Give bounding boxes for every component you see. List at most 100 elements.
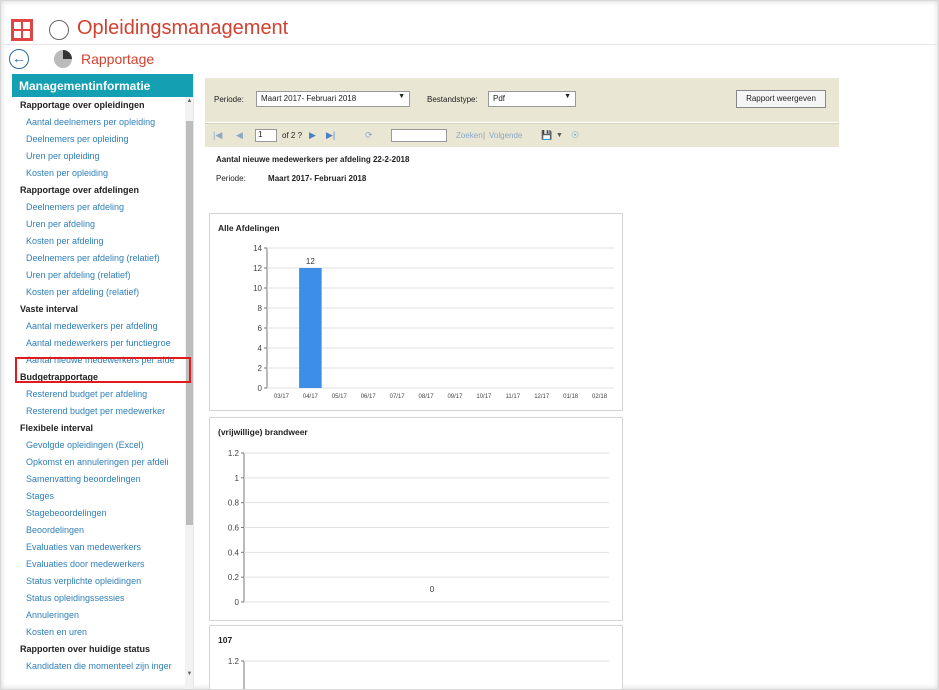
sidebar-section-heading: Rapporten over huidige status — [20, 644, 151, 654]
period-label: Periode: — [214, 95, 244, 104]
next-link[interactable]: Volgende — [489, 131, 522, 140]
filetype-select-value: Pdf — [493, 94, 506, 103]
page-title: Rapportage — [81, 51, 155, 67]
chart-brandweer: (vrijwillige) brandweer 0 0.2 0.4 0.6 0.8 1 1.… — [209, 417, 623, 621]
sidebar-link[interactable]: Uren per afdeling (relatief) — [12, 267, 185, 284]
sidebar-section-heading: Rapportage over afdelingen — [20, 185, 140, 195]
filetype-select[interactable]: Pdf ▼ — [488, 91, 576, 107]
data-label: 12 — [306, 257, 315, 266]
y-tick-label: 6 — [258, 324, 263, 333]
sidebar-link[interactable]: Stagebeoordelingen — [12, 505, 185, 522]
page-number-input[interactable]: 1 — [255, 129, 277, 142]
sidebar-link[interactable]: Beoordelingen — [12, 522, 185, 539]
sidebar-link[interactable]: Deelnemers per opleiding — [12, 131, 185, 148]
y-tick-label: 14 — [253, 244, 262, 253]
sidebar-link[interactable]: Aantal medewerkers per afdeling — [12, 318, 185, 335]
search-input[interactable] — [391, 129, 447, 142]
x-tick-label: 02/18 — [592, 394, 608, 400]
sidebar-link[interactable]: Kandidaten die momenteel zijn inger — [12, 658, 185, 675]
sidebar-link[interactable]: Deelnemers per afdeling (relatief) — [12, 250, 185, 267]
period-select[interactable]: Maart 2017- Februari 2018 ▼ — [256, 91, 410, 107]
y-tick-label: 0 — [258, 384, 263, 393]
sidebar-section-heading: Flexibele interval — [20, 423, 94, 433]
top-bar: Opleidingsmanagement — [1, 15, 938, 45]
sidebar-link[interactable]: Resterend budget per medewerker — [12, 403, 185, 420]
sidebar-link[interactable]: Status opleidingssessies — [12, 590, 185, 607]
sidebar-link[interactable]: Evaluaties van medewerkers — [12, 539, 185, 556]
x-tick-label: 11/17 — [506, 394, 521, 400]
export-save-icon[interactable]: 💾 — [541, 130, 552, 141]
sidebar-link[interactable]: Evaluaties door medewerkers — [12, 556, 185, 573]
sidebar-list: Rapportage over opleidingen Aantal deelne… — [12, 97, 185, 675]
x-tick-label: 01/18 — [563, 394, 579, 400]
x-tick-label: 09/17 — [447, 394, 463, 400]
x-tick-label: 07/17 — [390, 394, 406, 400]
y-tick-label: 0.8 — [228, 499, 240, 508]
last-page-icon[interactable]: ▶| — [326, 130, 335, 141]
export-dropdown-icon[interactable]: ▼ — [556, 132, 563, 139]
scroll-down-icon[interactable]: ▼ — [185, 670, 193, 679]
sidebar-link[interactable]: Aantal deelnemers per opleiding — [12, 114, 185, 131]
data-label: 0 — [430, 585, 435, 594]
report-toolbar: |◀ ◀ 1 of 2 ? ▶ ▶| ⟳ Zoeken | Volgende 💾… — [205, 123, 839, 147]
y-tick-label: 10 — [253, 284, 262, 293]
print-icon[interactable]: ☉ — [571, 130, 579, 141]
chart-canvas: 0 0.2 0.4 0.6 0.8 1 1.2 0 — [228, 449, 609, 607]
sidebar-link[interactable]: Opkomst en annuleringen per afdeli — [12, 454, 185, 471]
parameters-bar: Periode: Maart 2017- Februari 2018 ▼ Bes… — [205, 78, 839, 122]
bar — [299, 268, 322, 388]
prev-page-icon[interactable]: ◀ — [236, 130, 243, 141]
y-tick-label: 1.2 — [228, 449, 240, 458]
x-tick-label: 03/17 — [274, 394, 290, 400]
x-tick-label: 10/17 — [476, 394, 492, 400]
chart-canvas: 0 2 4 6 8 10 12 14 03/17 04/17 12 05/17 06/17 07/17 08… — [253, 244, 614, 400]
sidebar-link[interactable]: Gevolgde opleidingen (Excel) — [12, 437, 185, 454]
sidebar-link[interactable]: Uren per opleiding — [12, 148, 185, 165]
app-logo-icon — [49, 20, 69, 40]
sidebar-link[interactable]: Uren per afdeling — [12, 216, 185, 233]
run-report-button[interactable]: Rapport weergeven — [736, 90, 826, 108]
y-tick-label: 2 — [258, 364, 263, 373]
sidebar-link[interactable]: Resterend budget per afdeling — [12, 386, 185, 403]
sidebar-link[interactable]: Aantal medewerkers per functiegroe — [12, 335, 185, 352]
x-tick-label: 04/17 — [303, 394, 319, 400]
x-tick-label: 06/17 — [361, 394, 377, 400]
sidebar-section-heading: Vaste interval — [20, 304, 79, 314]
app-title: Opleidingsmanagement — [77, 17, 289, 39]
y-tick-label: 4 — [258, 344, 263, 353]
home-grid-icon[interactable] — [11, 19, 33, 41]
sidebar-link[interactable]: Kosten per opleiding — [12, 165, 185, 182]
x-tick-label: 05/17 — [332, 394, 348, 400]
refresh-icon[interactable]: ⟳ — [365, 130, 373, 141]
sidebar-header: Managementinformatie — [12, 74, 193, 97]
sidebar-link[interactable]: Deelnemers per afdeling — [12, 199, 185, 216]
back-arrow-icon[interactable]: ← — [9, 49, 29, 69]
filetype-label: Bestandstype: — [427, 95, 478, 104]
sidebar-scrollbar[interactable]: ▲ ▼ — [185, 97, 193, 689]
first-page-icon[interactable]: |◀ — [213, 130, 222, 141]
scroll-up-icon[interactable]: ▲ — [185, 97, 193, 106]
find-link[interactable]: Zoeken — [456, 131, 483, 140]
app-window: Opleidingsmanagement ← Rapportage Manage… — [0, 0, 939, 690]
highlight-annotation — [15, 357, 191, 383]
sidebar-link[interactable]: Stages — [12, 488, 185, 505]
sidebar-link[interactable]: Kosten en uren — [12, 624, 185, 641]
scroll-thumb[interactable] — [186, 121, 193, 525]
x-tick-label: 08/17 — [419, 394, 435, 400]
chevron-down-icon: ▼ — [564, 93, 571, 100]
y-tick-label: 8 — [258, 304, 263, 313]
report-pie-icon — [54, 50, 72, 68]
report-heading: Aantal nieuwe medewerkers per afdeling 2… — [216, 155, 410, 164]
page-count: of 2 ? — [282, 131, 303, 140]
y-tick-label: 0 — [235, 598, 240, 607]
sidebar-link[interactable]: Kosten per afdeling — [12, 233, 185, 250]
sidebar-section-heading: Rapportage over opleidingen — [20, 100, 145, 110]
sidebar-link[interactable]: Samenvatting beoordelingen — [12, 471, 185, 488]
chart-alle-afdelingen: Alle Afdelingen 0 2 4 6 8 10 12 14 03/17 04/17 12 0… — [209, 213, 623, 411]
next-page-icon[interactable]: ▶ — [309, 130, 316, 141]
sidebar-link[interactable]: Annuleringen — [12, 607, 185, 624]
sidebar-link[interactable]: Kosten per afdeling (relatief) — [12, 284, 185, 301]
toolbar-separator: | — [483, 131, 486, 140]
y-tick-label: 0.6 — [228, 524, 240, 533]
sidebar-link[interactable]: Status verplichte opleidingen — [12, 573, 185, 590]
